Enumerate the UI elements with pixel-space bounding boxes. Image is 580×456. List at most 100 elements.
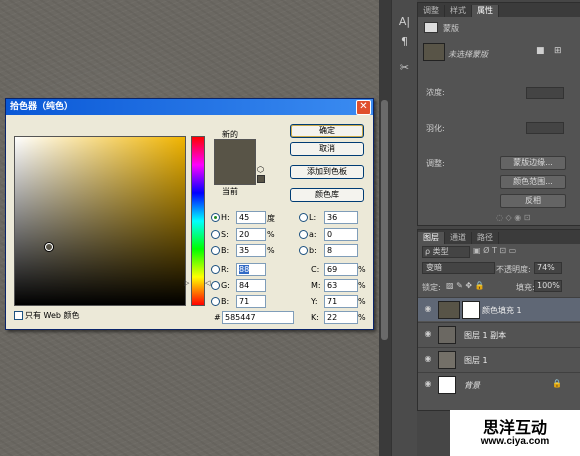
cube-icon: ⬡ xyxy=(257,165,264,174)
y-input[interactable]: 71 xyxy=(324,295,358,308)
layer-row-background[interactable]: ◉ 背景 🔒 xyxy=(418,372,580,396)
s-label: S: xyxy=(221,230,229,239)
lock-icon: 🔒 xyxy=(552,379,562,388)
c-input[interactable]: 69 xyxy=(324,263,358,276)
mask-thumbnail-layer xyxy=(462,301,480,319)
blend-mode-select[interactable]: 变暗 xyxy=(422,262,495,274)
s-unit: % xyxy=(267,230,275,239)
m-input[interactable]: 63 xyxy=(324,279,358,292)
eye-icon[interactable]: ◉ xyxy=(423,329,433,339)
r-input-value: 88 xyxy=(239,265,250,274)
g-input[interactable]: 84 xyxy=(236,279,266,292)
a-label: a: xyxy=(309,230,317,239)
rgb-b-input[interactable]: 71 xyxy=(236,295,266,308)
layer-row-color-fill[interactable]: ◉ 颜色填充 1 xyxy=(418,297,580,321)
opacity-field[interactable]: 74% xyxy=(534,262,562,274)
radio-lab-b[interactable] xyxy=(299,246,308,255)
r-input[interactable]: 88 xyxy=(236,263,266,276)
h-label: H: xyxy=(221,213,230,222)
layer-row-layer1[interactable]: ◉ 图层 1 xyxy=(418,347,580,371)
tab-layers[interactable]: 图层 xyxy=(418,232,445,244)
eye-icon[interactable]: ◉ xyxy=(423,354,433,364)
hue-slider[interactable] xyxy=(191,136,205,306)
layers-panel: 图层 通道 路径 ρ 类型 ▣ Ø T ⊡ ▭ 变暗 不透明度: 74% 锁定:… xyxy=(417,229,580,411)
hex-label: # xyxy=(214,313,221,322)
layers-tabs: 图层 通道 路径 xyxy=(418,230,580,244)
add-to-swatches-button[interactable]: 添加到色板 xyxy=(290,165,364,179)
layer-thumbnail xyxy=(438,326,456,344)
k-input[interactable]: 22 xyxy=(324,311,358,324)
lab-b-input[interactable]: 8 xyxy=(324,244,358,257)
layer-row-layer1-copy[interactable]: ◉ 图层 1 副本 xyxy=(418,322,580,346)
l-label: L: xyxy=(309,213,317,222)
watermark: 思洋互动 www.ciya.com xyxy=(450,410,580,456)
dialog-title: 拾色器（纯色） xyxy=(10,102,74,112)
tab-paths[interactable]: 路径 xyxy=(472,232,499,244)
radio-s[interactable] xyxy=(211,230,220,239)
h-unit: 度 xyxy=(267,214,275,223)
radio-rgb-b[interactable] xyxy=(211,297,220,306)
mask-actions-icons[interactable]: ◌ ◇ ◉ ⊡ xyxy=(496,213,530,222)
invert-button[interactable]: 反相 xyxy=(500,194,566,208)
cancel-button[interactable]: 取消 xyxy=(290,142,364,156)
hue-arrow-left-icon[interactable]: ▷ xyxy=(184,279,189,287)
tab-channels[interactable]: 通道 xyxy=(445,232,472,244)
m-unit: % xyxy=(358,281,366,290)
eye-icon[interactable]: ◉ xyxy=(423,304,433,314)
web-color-swatch[interactable] xyxy=(257,175,265,183)
layer-thumbnail xyxy=(438,351,456,369)
eye-icon[interactable]: ◉ xyxy=(423,379,433,389)
mask-name: 未选择蒙版 xyxy=(448,50,488,59)
new-color-swatch xyxy=(215,140,255,162)
saturation-brightness-field[interactable] xyxy=(14,136,186,306)
radio-b[interactable] xyxy=(211,246,220,255)
character-icon[interactable]: A| xyxy=(397,14,412,29)
ok-button[interactable]: 确定 xyxy=(290,124,364,138)
a-input[interactable]: 0 xyxy=(324,228,358,241)
lock-icons[interactable]: ▨ ✎ ✥ 🔒 xyxy=(446,281,485,290)
tools-icon[interactable]: ✂ xyxy=(397,60,412,75)
layer-filter-select[interactable]: ρ 类型 xyxy=(422,246,470,258)
feather-field[interactable] xyxy=(526,122,564,134)
panel-toolstrip: A| ¶ ✂ xyxy=(391,0,417,456)
vector-mask-icon[interactable]: ⊞ xyxy=(554,46,562,56)
paragraph-icon[interactable]: ¶ xyxy=(397,34,412,49)
y-unit: % xyxy=(358,297,366,306)
color-range-button[interactable]: 颜色范围... xyxy=(500,175,566,189)
hex-input[interactable]: 585447 xyxy=(222,311,294,324)
radio-g[interactable] xyxy=(211,281,220,290)
hue-arrow-right-icon[interactable]: ◁ xyxy=(205,279,210,287)
r-label: R: xyxy=(221,265,230,274)
fill-thumbnail xyxy=(438,301,460,319)
close-icon[interactable]: ✕ xyxy=(356,100,371,115)
dialog-titlebar[interactable]: 拾色器（纯色） ✕ xyxy=(6,99,373,115)
radio-l[interactable] xyxy=(299,213,308,222)
b-input[interactable]: 35 xyxy=(236,244,266,257)
web-only-checkbox[interactable] xyxy=(14,311,23,320)
properties-panel: 调整 样式 属性 蒙版 未选择蒙版 ■ ⊞ 浓度: 羽化: 调整: 蒙版边缘..… xyxy=(417,2,580,226)
layer-filter-icons[interactable]: ▣ Ø T ⊡ ▭ xyxy=(473,246,516,255)
density-field[interactable] xyxy=(526,87,564,99)
l-input[interactable]: 36 xyxy=(324,211,358,224)
y-label: Y: xyxy=(311,297,318,306)
s-input[interactable]: 20 xyxy=(236,228,266,241)
color-picker-ring[interactable] xyxy=(45,243,53,251)
pixel-mask-icon[interactable]: ■ xyxy=(536,46,545,56)
layer-name: 图层 1 副本 xyxy=(464,331,507,340)
fill-field[interactable]: 100% xyxy=(534,280,562,292)
tab-adjustments[interactable]: 调整 xyxy=(418,5,445,17)
radio-h[interactable] xyxy=(211,213,220,222)
radio-r[interactable] xyxy=(211,265,220,274)
b-label: B: xyxy=(221,246,230,255)
color-libraries-button[interactable]: 颜色库 xyxy=(290,188,364,202)
tab-styles[interactable]: 样式 xyxy=(445,5,472,17)
lock-label: 锁定: xyxy=(422,283,441,292)
radio-a[interactable] xyxy=(299,230,308,239)
canvas-scroll-thumb[interactable] xyxy=(381,100,388,340)
current-color-swatch[interactable] xyxy=(215,162,255,184)
mask-edge-button[interactable]: 蒙版边缘... xyxy=(500,156,566,170)
tab-properties[interactable]: 属性 xyxy=(472,5,499,17)
c-label: C: xyxy=(311,265,320,274)
h-input[interactable]: 45 xyxy=(236,211,266,224)
m-label: M: xyxy=(311,281,321,290)
